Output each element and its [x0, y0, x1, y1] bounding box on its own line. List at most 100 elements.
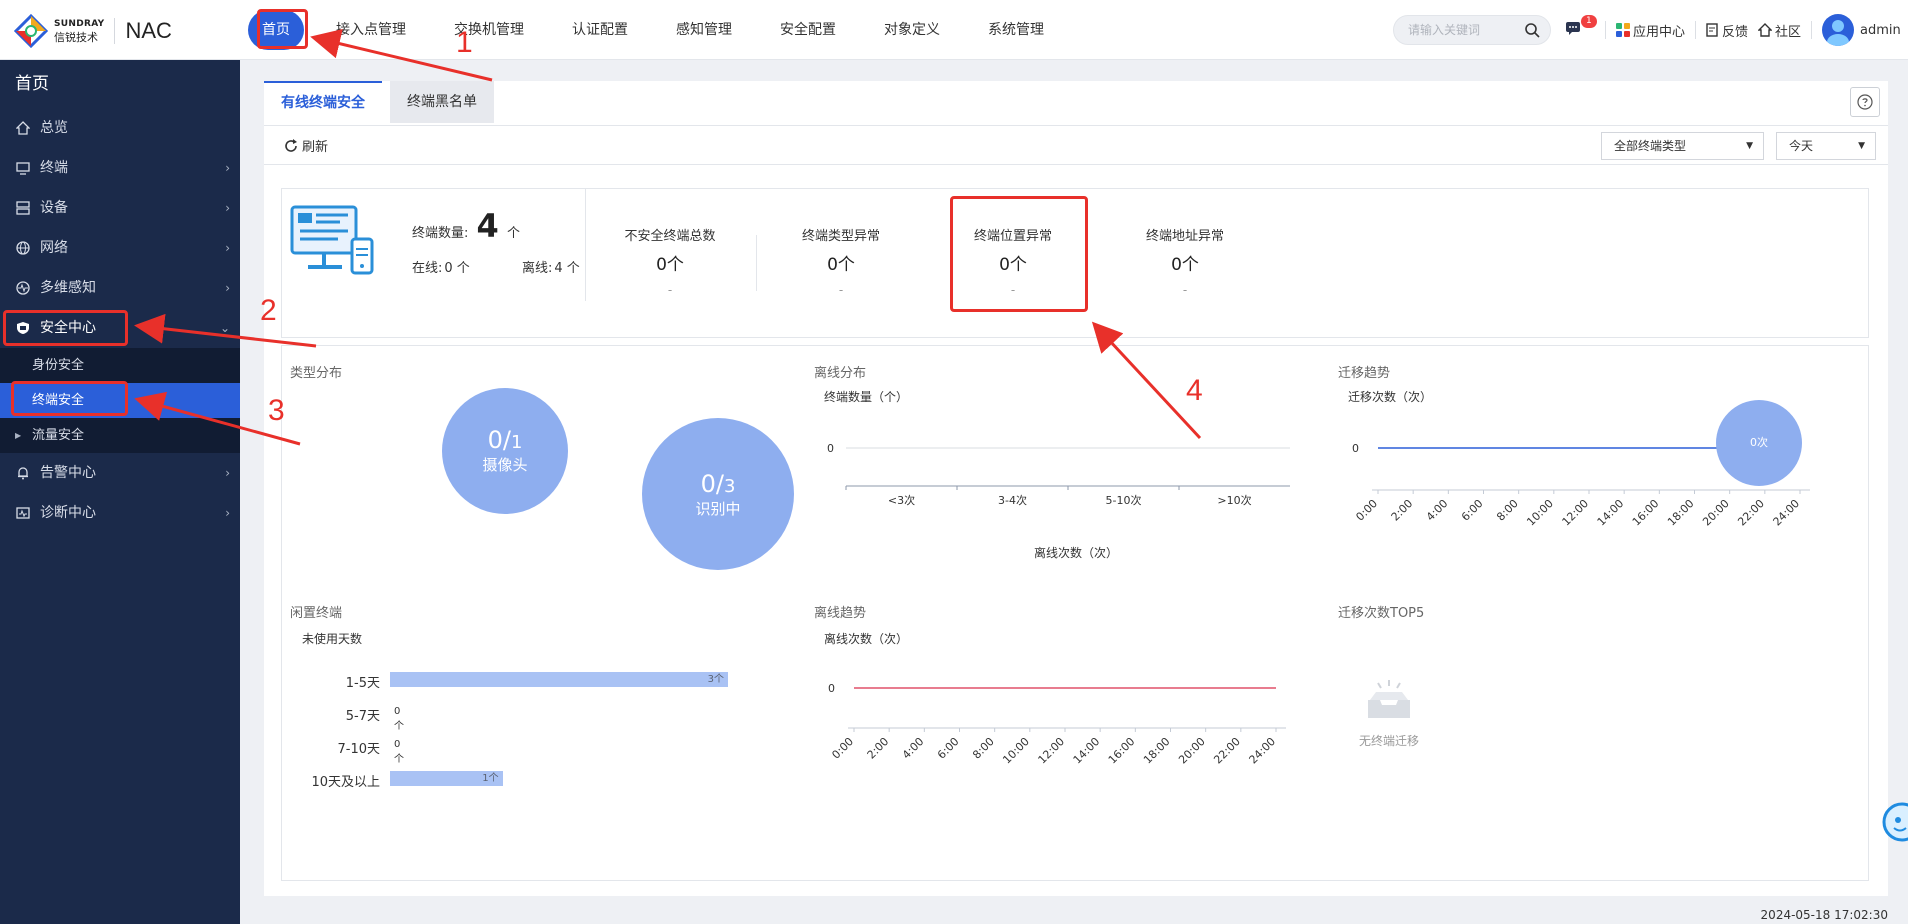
nav-switch-management[interactable]: 交换机管理: [438, 10, 540, 50]
bar-value-label: 0个: [394, 706, 404, 732]
bubble-identifying[interactable]: 0/3 识别中: [642, 418, 794, 570]
date-range-select[interactable]: 今天 ▼: [1776, 132, 1876, 160]
x-tick-label: 18:00: [1665, 497, 1697, 529]
top-nav: 首页 接入点管理 交换机管理 认证配置 感知管理 安全配置 对象定义 系统管理: [248, 10, 1076, 50]
y-tick-label: 0: [1352, 442, 1359, 455]
pulse-icon: [16, 281, 30, 295]
community-link[interactable]: 社区: [1758, 21, 1801, 40]
x-tick-label: 16:00: [1106, 735, 1138, 767]
x-tick-label: 10:00: [1000, 735, 1032, 767]
metric-type-anomaly[interactable]: 终端类型异常 0个 -: [771, 225, 911, 297]
assistant-bot-icon[interactable]: [1880, 800, 1908, 846]
nav-auth-config[interactable]: 认证配置: [556, 10, 644, 50]
server-icon: [16, 201, 30, 215]
x-tick-label: 6:00: [935, 735, 962, 762]
sidebar-sub-traffic-security[interactable]: ▶ 流量安全: [0, 418, 240, 453]
bubble-identifying-label: 识别中: [695, 500, 741, 518]
metric-address-anomaly[interactable]: 终端地址异常 0个 -: [1115, 225, 1255, 297]
brand-en: SUNDRAY: [54, 19, 105, 29]
x-tick-label: 24:00: [1771, 497, 1803, 529]
sidebar-item-overview[interactable]: 总览: [0, 108, 240, 148]
x-tick-label: 18:00: [1141, 735, 1173, 767]
migration-bubble[interactable]: 0次: [1716, 400, 1802, 486]
sidebar-sub-identity-security[interactable]: 身份安全: [0, 348, 240, 383]
help-button[interactable]: [1850, 87, 1880, 117]
community-home-icon: [1758, 23, 1773, 37]
tab-terminal-blacklist[interactable]: 终端黑名单: [390, 81, 494, 123]
x-tick-label: <3次: [888, 493, 915, 507]
search-input[interactable]: 请输入关键词: [1393, 15, 1551, 45]
x-tick-label: >10次: [1217, 493, 1251, 507]
terminal-type-value: 全部终端类型: [1614, 139, 1687, 153]
refresh-button[interactable]: 刷新: [284, 136, 328, 155]
nav-object-definition[interactable]: 对象定义: [868, 10, 956, 50]
apps-icon: [1616, 23, 1630, 37]
charts-panel: 类型分布 0/1 摄像头 0/3 识别中 离线分布 终端数量（个） 0 <3次 3-…: [281, 345, 1869, 881]
bubble-camera-ratio: 0/1: [442, 426, 568, 454]
metric-unsafe-total[interactable]: 不安全终端总数 0个 -: [600, 225, 740, 297]
sidebar-item-alert-center[interactable]: 告警中心 ›: [0, 453, 240, 493]
refresh-icon: [285, 138, 297, 152]
annotation-number-2: 2: [260, 294, 277, 327]
nav-perception[interactable]: 感知管理: [660, 10, 748, 50]
sidebar-item-label: 告警中心: [40, 465, 96, 481]
sidebar-item-label: 终端: [40, 160, 68, 176]
annotation-number-1: 1: [456, 26, 473, 59]
terminal-type-select[interactable]: 全部终端类型 ▼: [1601, 132, 1764, 160]
sidebar-item-device[interactable]: 设备 ›: [0, 188, 240, 228]
caret-right-icon: ▶: [15, 431, 22, 440]
date-range-value: 今天: [1789, 139, 1814, 153]
caret-down-icon: ▼: [1858, 141, 1865, 151]
bell-icon: [18, 467, 28, 480]
search-icon[interactable]: [1524, 22, 1540, 38]
sundray-logo-icon: [14, 14, 48, 48]
sidebar-item-diagnose-center[interactable]: 诊断中心 ›: [0, 493, 240, 533]
username[interactable]: admin: [1860, 23, 1901, 38]
tab-wired-terminal-security[interactable]: 有线终端安全: [264, 81, 382, 123]
caret-down-icon: ▼: [1746, 141, 1753, 151]
y-tick-label: 5-7天: [345, 709, 380, 724]
migration-trend-ylabel: 迁移次数（次）: [1348, 390, 1433, 404]
help-icon: [1857, 94, 1873, 110]
x-tick-label: 20:00: [1700, 497, 1732, 529]
avatar[interactable]: [1822, 14, 1855, 46]
metric-label: 终端地址异常: [1145, 229, 1224, 244]
terminal-count-unit: 个: [506, 226, 520, 241]
app-center-label: 应用中心: [1633, 24, 1686, 40]
chevron-right-icon: ›: [225, 161, 230, 175]
nav-ap-management[interactable]: 接入点管理: [320, 10, 422, 50]
annotation-box-3: [11, 381, 128, 416]
annotation-box-2: [3, 310, 128, 346]
bubble-camera[interactable]: 0/1 摄像头: [442, 388, 568, 514]
app-center-link[interactable]: 应用中心: [1616, 21, 1685, 40]
x-tick-label: 3-4次: [998, 493, 1027, 507]
sidebar-item-perception[interactable]: 多维感知 ›: [0, 268, 240, 308]
divider: [1695, 21, 1697, 39]
feedback-link[interactable]: 反馈: [1706, 21, 1748, 40]
chevron-right-icon: ›: [225, 281, 230, 295]
nav-system[interactable]: 系统管理: [972, 10, 1060, 50]
bubble-camera-label: 摄像头: [482, 456, 528, 474]
type-dist-title: 类型分布: [290, 366, 343, 381]
y-tick-label: 7-10天: [337, 742, 380, 757]
metric-sub: -: [1182, 283, 1188, 297]
brand-cn: 信锐技术: [54, 31, 98, 44]
offline-dist-ylabel: 终端数量（个）: [824, 390, 909, 404]
annotation-number-3: 3: [268, 394, 285, 427]
x-tick-label: 0:00: [829, 735, 856, 762]
annotation-number-4: 4: [1186, 374, 1203, 407]
sidebar-item-terminal[interactable]: 终端 ›: [0, 148, 240, 188]
bar[interactable]: 1个: [390, 771, 503, 786]
home-icon: [16, 121, 30, 135]
terminal-count: 终端数量: 4 个: [412, 207, 520, 245]
chevron-down-icon: ⌄: [219, 321, 230, 335]
metric-sub: -: [838, 283, 844, 297]
sidebar-item-network[interactable]: 网络 ›: [0, 228, 240, 268]
message-button[interactable]: 1: [1565, 15, 1597, 39]
nav-security-config[interactable]: 安全配置: [764, 10, 852, 50]
terminal-count-value: 4: [476, 207, 499, 245]
divider: [1811, 21, 1813, 39]
bar[interactable]: 3个: [390, 672, 728, 687]
logo[interactable]: SUNDRAY 信锐技术 NAC: [14, 14, 172, 48]
sidebar-item-label: 诊断中心: [40, 505, 96, 521]
